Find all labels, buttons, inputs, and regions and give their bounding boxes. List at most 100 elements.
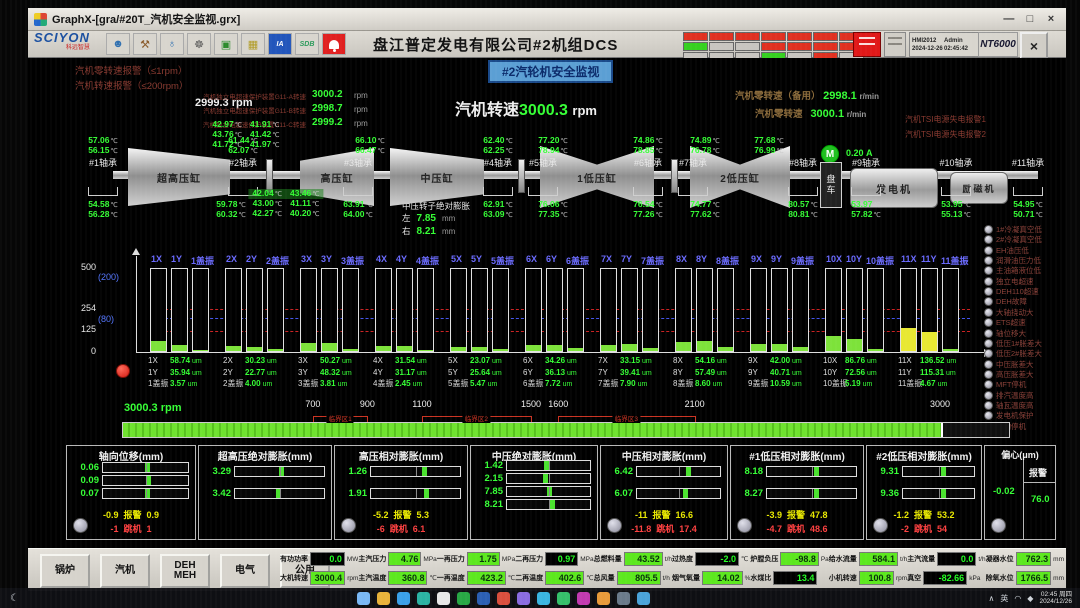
reading-r1-4: 总燃料量43.52t/h — [594, 552, 672, 566]
point-name: 5盖振 — [448, 379, 470, 390]
speed-band-bar — [122, 422, 1010, 438]
panel-value: 8.18 — [735, 466, 763, 477]
alarm-status-grid — [683, 32, 864, 61]
panel-2: 高压相对膨胀(mm)1.261.91-5.2报警5.3-6跳机6.1 — [334, 445, 468, 540]
bar-labels-2: 2X2Y2盖振 — [225, 254, 295, 264]
alarm-item-18: 发电机保护 — [984, 410, 1034, 421]
reading-label: 炉膛负压 — [750, 554, 778, 564]
temp-unit: ℃ — [377, 138, 384, 145]
ime-indicator[interactable]: 英 — [1000, 593, 1008, 604]
alarm-grid-cell-1-0[interactable] — [683, 42, 708, 51]
taskbar-app-icon-4[interactable] — [437, 592, 450, 605]
reading-r2-8: 真空-82.66kPa — [907, 571, 985, 585]
alarm-item-label: DEH故障 — [996, 296, 1027, 307]
alarm-item-label: 低压1#胀差大 — [996, 338, 1042, 349]
alarm-grid-cell-0-3[interactable] — [761, 32, 786, 41]
point-value: 136.52 — [920, 356, 944, 365]
vibration-bar-9盖振 — [792, 268, 809, 352]
status-led — [607, 518, 622, 533]
critical-zone-label-2: 临界区2 — [463, 413, 490, 423]
alarm-grid-cell-0-1[interactable] — [709, 32, 734, 41]
panel-value: 6.07 — [605, 488, 633, 499]
alarm-item-label: MFT停机 — [996, 379, 1026, 390]
temp-value: 41.97 — [250, 139, 271, 149]
close-button[interactable]: × — [1042, 13, 1060, 25]
vibration-value-line: 3盖振3.81um — [298, 379, 376, 391]
reading-unit: t/h — [665, 556, 672, 563]
first-out-alarm-badge[interactable] — [853, 32, 881, 57]
nav-boiler-button[interactable]: 锅炉 — [40, 554, 90, 588]
volume-icon[interactable]: ◆ — [1027, 594, 1033, 603]
alarm-grid-cell-1-3[interactable] — [761, 42, 786, 51]
taskbar-app-icon-6[interactable] — [477, 592, 490, 605]
bar-fill — [793, 347, 808, 351]
tray-chevron-icon[interactable]: ∧ — [988, 594, 994, 603]
alarm-grid-cell-0-5[interactable] — [813, 32, 838, 41]
toolbar-close-button[interactable]: × — [1020, 32, 1048, 59]
tools-icon[interactable]: ⚒ — [133, 33, 157, 55]
ia-icon[interactable]: IA — [268, 33, 292, 55]
alarm-grid-cell-0-2[interactable] — [735, 32, 760, 41]
users-icon[interactable]: ☻ — [106, 33, 130, 55]
monitor-icon[interactable]: ▣ — [214, 33, 238, 55]
plant-title: 盘江普定发电有限公司#2机组DCS — [373, 34, 618, 55]
nav-turbine-button[interactable]: 汽机 — [100, 554, 150, 588]
bar-label-2Y: 2Y — [246, 254, 257, 264]
taskbar-widget-icon[interactable]: ☾ — [10, 593, 19, 604]
temp-line: 62.25℃ — [483, 146, 513, 156]
taskbar-app-icon-8[interactable] — [517, 592, 530, 605]
taskbar-app-icon-13[interactable] — [617, 592, 630, 605]
reading-r2-1: 主汽温度360.8℃ — [358, 571, 436, 585]
restore-button[interactable]: □ — [1021, 13, 1039, 25]
taskbar-app-icon-1[interactable] — [377, 592, 390, 605]
point-unit: um — [717, 358, 727, 365]
alarm-item-5: 独立电超速 — [984, 276, 1034, 287]
sdb-icon[interactable]: SDB — [295, 33, 319, 55]
taskbar-clock[interactable]: 02:45 周四 2024/12/26 — [1039, 591, 1072, 606]
temp-unit: ℃ — [963, 202, 970, 209]
network-user-icon[interactable]: ♁ — [160, 33, 184, 55]
taskbar-app-icon-11[interactable] — [577, 592, 590, 605]
alarm-grid-cell-1-5[interactable] — [813, 42, 838, 51]
alarm-dot-icon — [984, 225, 993, 234]
temp-unit: ℃ — [1035, 202, 1042, 209]
temp-unit: ℃ — [776, 138, 783, 145]
vibration-value-line: 10盖振5.19um — [823, 379, 901, 391]
nav-electrical-button[interactable]: 电气 — [220, 554, 270, 588]
alarm-grid-cell-1-1[interactable] — [709, 42, 734, 51]
taskbar-app-icon-2[interactable] — [397, 592, 410, 605]
taskbar-app-icon-3[interactable] — [417, 592, 430, 605]
taskbar-app-icon-10[interactable] — [557, 592, 570, 605]
bar-fill — [493, 349, 508, 351]
gear-user-icon[interactable]: ☸ — [187, 33, 211, 55]
trip-max: 6.1 — [413, 524, 426, 534]
cards-icon[interactable]: ▦ — [241, 33, 265, 55]
alarm-grid-cell-1-4[interactable] — [787, 42, 812, 51]
panel-row: 9.31 — [871, 466, 975, 477]
alarm-grid-cell-1-2[interactable] — [735, 42, 760, 51]
alarm-grid-cell-0-0[interactable] — [683, 32, 708, 41]
bar-fill — [901, 328, 916, 351]
taskbar-app-icon-7[interactable] — [497, 592, 510, 605]
minimize-button[interactable]: — — [1000, 13, 1018, 25]
bar-fill — [526, 345, 541, 351]
temp-value: 63.09 — [483, 209, 504, 219]
alarm-bell-icon[interactable] — [322, 33, 346, 55]
bar-fill — [847, 339, 862, 351]
bar-label-7Y: 7Y — [621, 254, 632, 264]
reading-r1-3: 二再压力0.97MPa — [515, 552, 593, 566]
temp-unit: ℃ — [560, 148, 567, 155]
temp-unit: ℃ — [238, 202, 245, 209]
panel-bar — [636, 466, 721, 477]
taskbar-app-icon-5[interactable] — [457, 592, 470, 605]
ip-rotor-expansion: 中压转子绝对膨胀 左7.85mm 右8.21mm — [402, 200, 470, 238]
nav-deh-meh-button[interactable]: DEHMEH — [160, 554, 210, 588]
taskbar-app-icon-9[interactable] — [537, 592, 550, 605]
taskbar-app-icon-12[interactable] — [597, 592, 610, 605]
alarm-grid-cell-0-4[interactable] — [787, 32, 812, 41]
wifi-icon[interactable]: ◠ — [1014, 594, 1021, 603]
taskbar-app-icon-0[interactable] — [357, 592, 370, 605]
reading-label: 凝器水位 — [986, 554, 1014, 564]
taskbar-app-icon-14[interactable] — [637, 592, 650, 605]
reading-label: 一再压力 — [437, 554, 465, 564]
